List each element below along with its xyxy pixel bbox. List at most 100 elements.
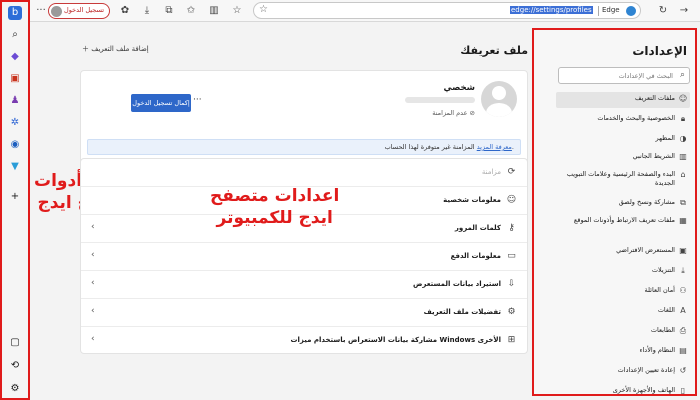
nav-item-printers[interactable]: ⎙ الطابعات xyxy=(556,324,690,338)
sync-banner-text: معرفة المزيد المزامنة غير متوفرة لهذا ال… xyxy=(385,143,514,151)
outlook-icon[interactable]: ◉ xyxy=(8,138,22,152)
profile-settings-icon: ⚙ xyxy=(507,307,516,317)
key-icon: ⚷ xyxy=(508,223,515,233)
browser-sidebar: b ⌕ ◆ ▣ ♟ ✲ ◉ ▼ + ▢ ⟲ ⚙ xyxy=(0,0,30,400)
signin-label: تسجيل الدخول xyxy=(64,6,105,14)
list-item-windows-sharing[interactable]: ⊞ مشاركة بيانات الاستعراض باستخدام ميزات… xyxy=(81,327,527,355)
list-item-profile-preferences[interactable]: ⚙ تفضيلات ملف التعريف ‹ xyxy=(81,299,527,327)
nav-item-label: المظهر xyxy=(655,134,675,142)
gear-icon[interactable]: ⚙ xyxy=(8,382,22,396)
nav-item-label: المستعرض الافتراضي xyxy=(616,246,675,254)
favorite-star-icon[interactable]: ☆ xyxy=(259,4,268,15)
nav-item-label: مشاركة ونسخ ولصق xyxy=(618,198,675,206)
download-icon[interactable]: ⤓ xyxy=(140,4,154,18)
nav-item-label: البدء والصفحة الرئيسية وعلامات التبويب ا… xyxy=(566,170,675,187)
avatar-icon xyxy=(51,6,62,17)
plus-icon: ＋ xyxy=(82,45,89,53)
nav-item-share[interactable]: ⧉ مشاركة ونسخ ولصق xyxy=(556,196,690,210)
nav-item-phone[interactable]: ▯ الهاتف والأجهزة الأخرى xyxy=(556,384,690,398)
nav-item-label: الطابعات xyxy=(650,326,675,334)
list-item-label: تفضيلات ملف التعريف xyxy=(423,308,501,316)
more-options-icon[interactable]: ··· xyxy=(193,95,202,105)
system-icon: ▤ xyxy=(679,346,687,355)
list-item-import[interactable]: ⇩ استيراد بيانات المستعرض ‹ xyxy=(81,271,527,299)
list-item-label: مشاركة بيانات الاستعراض باستخدام ميزات W… xyxy=(290,336,501,344)
chevron-left-icon: ‹ xyxy=(91,250,95,260)
chevron-left-icon: ‹ xyxy=(91,306,95,316)
games-icon[interactable]: ♟ xyxy=(8,94,22,108)
more-icon[interactable]: ··· xyxy=(34,4,48,18)
nav-item-sidebar[interactable]: ▥ الشريط الجانبي xyxy=(556,150,690,164)
language-icon: A xyxy=(680,306,686,315)
list-item-label: مزامنة xyxy=(481,168,501,176)
download-icon: ⤓ xyxy=(681,266,685,275)
signin-button[interactable]: تسجيل الدخول xyxy=(48,3,110,19)
tag-icon[interactable]: ◆ xyxy=(8,50,22,64)
shopping-icon[interactable]: ▣ xyxy=(8,72,22,86)
shopping-cart-icon[interactable]: ▼ xyxy=(8,160,22,174)
learn-more-link[interactable]: معرفة المزيد xyxy=(477,143,512,151)
sidebar-toggle-icon[interactable]: ▢ xyxy=(8,336,22,350)
settings-sidebar: الإعدادات البحث في الإعدادات ⌕ ☺ ملفات ا… xyxy=(532,28,697,396)
favorites-icon[interactable]: ✩ xyxy=(184,4,198,18)
forward-icon[interactable]: → xyxy=(677,4,691,18)
nav-item-label: أمان العائلة xyxy=(644,286,675,294)
cookie-icon: ▦ xyxy=(679,216,687,225)
copilot-logo-icon[interactable]: b xyxy=(8,6,22,20)
collections-icon[interactable]: ⧉ xyxy=(162,4,176,18)
nav-item-label: اللغات xyxy=(657,306,675,314)
profile-icon: ☺ xyxy=(678,94,688,103)
tools-icon[interactable]: ✲ xyxy=(8,116,22,130)
browser-toolbar: ··· تسجيل الدخول ✿ ⤓ ⧉ ✩ ▥ ☆ ☆ edge://se… xyxy=(0,0,700,22)
star-icon[interactable]: ☆ xyxy=(230,4,244,18)
split-screen-icon[interactable]: ▥ xyxy=(207,4,221,18)
url-text[interactable]: edge://settings/profiles xyxy=(510,6,593,14)
nav-item-label: النظام والأداء xyxy=(639,346,675,354)
profile-name: شخصي xyxy=(443,83,475,93)
add-profile-button[interactable]: ＋ إضافة ملف التعريف xyxy=(82,44,149,54)
add-icon[interactable]: + xyxy=(8,190,22,204)
refresh-icon[interactable]: ↻ xyxy=(656,4,670,18)
profile-email-blurred xyxy=(405,97,475,103)
list-item-label: كلمات المرور xyxy=(454,224,501,232)
nav-item-profiles[interactable]: ☺ ملفات التعريف xyxy=(556,92,690,108)
nav-item-languages[interactable]: A اللغات xyxy=(556,304,690,318)
reset-icon: ↺ xyxy=(679,366,687,375)
share-icon: ⧉ xyxy=(680,198,686,207)
add-profile-label: إضافة ملف التعريف xyxy=(91,45,149,53)
copilot-icon[interactable]: ✿ xyxy=(118,4,132,18)
sidebar-icon: ▥ xyxy=(679,152,687,161)
nav-item-start-home[interactable]: ⌂ البدء والصفحة الرئيسية وعلامات التبويب… xyxy=(556,168,690,192)
appearance-icon: ◑ xyxy=(679,134,687,143)
annotation-line: ايدج للكمبيوتر xyxy=(216,208,333,228)
nav-item-downloads[interactable]: ⤓ التنزيلات xyxy=(556,264,690,278)
nav-item-default-browser[interactable]: ▣ المستعرض الافتراضي xyxy=(556,244,690,258)
address-bar[interactable]: ☆ edge://settings/profiles Edge xyxy=(253,2,641,19)
list-item-sync[interactable]: ⟳ مزامنة xyxy=(81,159,527,187)
list-item-payment[interactable]: ▭ معلومات الدفع ‹ xyxy=(81,243,527,271)
home-icon: ⌂ xyxy=(680,170,686,179)
nav-item-label: التنزيلات xyxy=(651,266,675,274)
settings-search-input[interactable]: البحث في الإعدادات ⌕ xyxy=(558,67,690,84)
edge-logo-icon xyxy=(626,6,636,16)
nav-item-system[interactable]: ▤ النظام والأداء xyxy=(556,344,690,358)
phone-icon: ▯ xyxy=(680,386,686,395)
sync-icon: ⟳ xyxy=(507,167,516,177)
nav-item-cookies[interactable]: ▦ ملفات تعريف الارتباط وأذونات الموقع xyxy=(556,214,690,238)
sync-status: عدم المزامنة ⊘ xyxy=(432,109,475,117)
nav-item-reset[interactable]: ↺ إعادة تعيين الإعدادات xyxy=(556,364,690,378)
list-item-label: استيراد بيانات المستعرض xyxy=(412,280,501,288)
nav-item-family[interactable]: ⚇ أمان العائلة xyxy=(556,284,690,298)
sync-banner: معرفة المزيد المزامنة غير متوفرة لهذا ال… xyxy=(87,139,521,155)
browser-icon: ▣ xyxy=(679,246,687,255)
search-icon[interactable]: ⌕ xyxy=(8,28,22,42)
family-icon: ⚇ xyxy=(679,286,687,295)
nav-item-label: الهاتف والأجهزة الأخرى xyxy=(612,386,675,394)
complete-signin-button[interactable]: إكمال تسجيل الدخول xyxy=(131,94,191,112)
nav-item-appearance[interactable]: ◑ المظهر xyxy=(556,132,690,146)
lock-icon: 🔒︎ xyxy=(680,114,686,123)
history-icon[interactable]: ⟲ xyxy=(8,359,22,373)
card-icon: ▭ xyxy=(507,251,516,261)
windows-icon: ⊞ xyxy=(507,335,516,345)
nav-item-privacy[interactable]: 🔒︎ الخصوصية والبحث والخدمات xyxy=(556,112,690,126)
